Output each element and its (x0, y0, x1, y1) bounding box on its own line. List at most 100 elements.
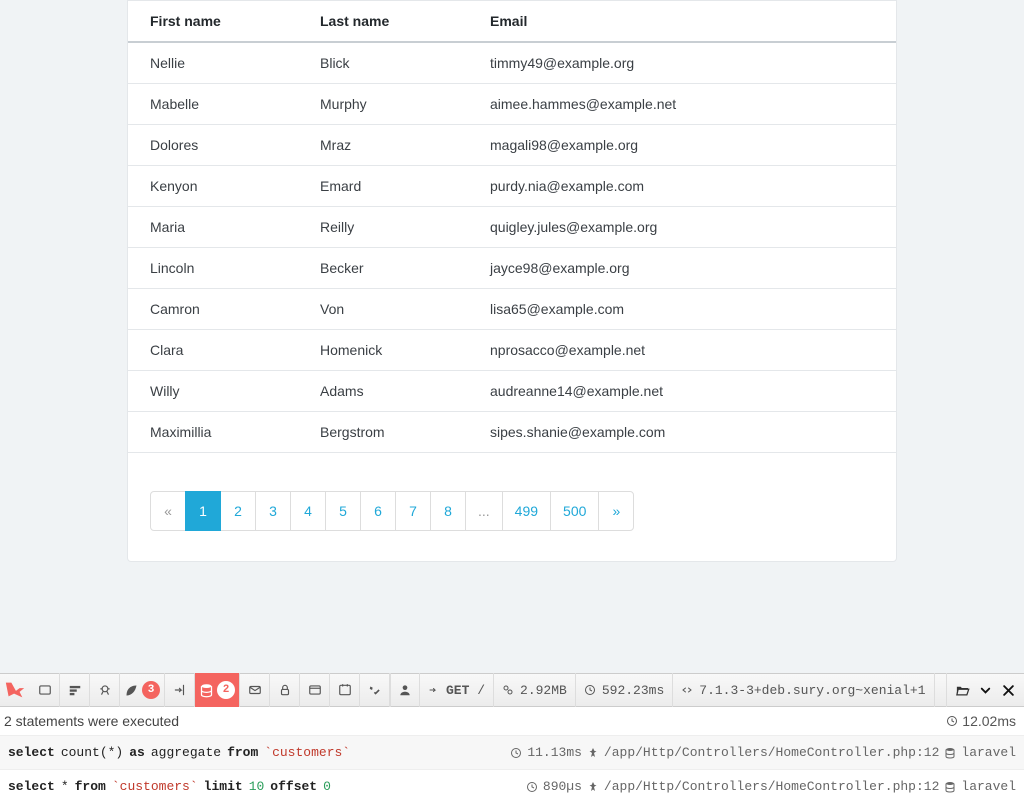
cell-email: audreanne14@example.net (468, 371, 896, 412)
clock-icon (526, 781, 538, 793)
col-first-name: First name (128, 1, 298, 42)
page-499[interactable]: 499 (502, 491, 551, 531)
tab-auth-icon[interactable] (270, 673, 300, 707)
cell-first: Mabelle (128, 84, 298, 125)
query-file: /app/Http/Controllers/HomeController.php… (604, 779, 939, 794)
tab-views[interactable]: 3 (120, 673, 165, 707)
request-method[interactable]: GET / (420, 673, 494, 707)
customers-card: First name Last name Email NellieBlickti… (127, 0, 897, 562)
cell-email: magali98@example.org (468, 125, 896, 166)
debugbar: 3 2 (0, 673, 1024, 803)
page-500[interactable]: 500 (550, 491, 599, 531)
statements-time: 12.02ms (962, 713, 1016, 729)
query-time: 890µs (543, 779, 582, 794)
php-version-value: 7.1.3-3+deb.sury.org~xenial+1 (699, 683, 925, 698)
cell-last: Murphy (298, 84, 468, 125)
cell-last: Adams (298, 371, 468, 412)
cell-email: quigley.jules@example.org (468, 207, 896, 248)
table-row: LincolnBeckerjayce98@example.org (128, 248, 896, 289)
query-db: laravel (961, 779, 1016, 794)
share-icon (428, 684, 440, 696)
memory-value: 2.92MB (520, 683, 567, 698)
tab-user-icon[interactable] (390, 673, 420, 707)
query-sql: select*from`customers`limit10offset0 (8, 779, 331, 794)
cell-first: Lincoln (128, 248, 298, 289)
cell-email: timmy49@example.org (468, 42, 896, 84)
cell-last: Reilly (298, 207, 468, 248)
database-icon (944, 747, 956, 759)
page-next[interactable]: » (598, 491, 634, 531)
pagination: « 12345678...499500» (128, 453, 896, 531)
query-row[interactable]: selectcount(*)asaggregatefrom`customers`… (0, 735, 1024, 769)
page-5[interactable]: 5 (325, 491, 361, 531)
clock-icon (946, 715, 958, 727)
cell-email: jayce98@example.org (468, 248, 896, 289)
cogs-icon (502, 684, 514, 696)
page-ellipsis: ... (465, 491, 503, 531)
laravel-logo-icon[interactable] (0, 673, 30, 707)
tab-exceptions-icon[interactable] (90, 673, 120, 707)
page-8[interactable]: 8 (430, 491, 466, 531)
views-badge: 3 (142, 681, 160, 699)
tab-gate-icon[interactable] (300, 673, 330, 707)
query-db: laravel (961, 745, 1016, 760)
page-3[interactable]: 3 (255, 491, 291, 531)
tab-timeline-icon[interactable] (60, 673, 90, 707)
database-icon (944, 781, 956, 793)
query-sql: selectcount(*)asaggregatefrom`customers` (8, 745, 350, 760)
page-1[interactable]: 1 (185, 491, 221, 531)
query-meta: 890µs/app/Http/Controllers/HomeControlle… (526, 779, 1016, 794)
tab-mails-icon[interactable] (240, 673, 270, 707)
cell-first: Kenyon (128, 166, 298, 207)
cell-last: Becker (298, 248, 468, 289)
pin-icon (587, 781, 599, 793)
query-row[interactable]: select*from`customers`limit10offset0 890µ… (0, 769, 1024, 803)
cell-last: Blick (298, 42, 468, 84)
page-2[interactable]: 2 (220, 491, 256, 531)
page-4[interactable]: 4 (290, 491, 326, 531)
cell-first: Maria (128, 207, 298, 248)
close-icon[interactable] (1001, 683, 1016, 698)
request-duration[interactable]: 592.23ms (576, 673, 673, 707)
tab-messages-icon[interactable] (30, 673, 60, 707)
tab-route-icon[interactable] (165, 673, 195, 707)
table-row: MabelleMurphyaimee.hammes@example.net (128, 84, 896, 125)
cell-email: purdy.nia@example.com (468, 166, 896, 207)
customers-table: First name Last name Email NellieBlickti… (128, 1, 896, 453)
tab-request-icon[interactable] (360, 673, 390, 707)
col-last-name: Last name (298, 1, 468, 42)
cell-email: nprosacco@example.net (468, 330, 896, 371)
table-row: KenyonEmardpurdy.nia@example.com (128, 166, 896, 207)
cell-last: Bergstrom (298, 412, 468, 453)
query-file: /app/Http/Controllers/HomeController.php… (604, 745, 939, 760)
cell-first: Willy (128, 371, 298, 412)
cell-last: Von (298, 289, 468, 330)
table-row: DoloresMrazmagali98@example.org (128, 125, 896, 166)
page-7[interactable]: 7 (395, 491, 431, 531)
tab-queries[interactable]: 2 (195, 673, 240, 707)
leaf-icon (124, 683, 139, 698)
collapse-icon[interactable] (978, 683, 993, 698)
query-time: 11.13ms (527, 745, 582, 760)
table-row: ClaraHomenicknprosacco@example.net (128, 330, 896, 371)
page-6[interactable]: 6 (360, 491, 396, 531)
cell-first: Clara (128, 330, 298, 371)
statements-count: 2 statements were executed (4, 713, 179, 729)
statements-summary: 2 statements were executed 12.02ms (0, 707, 1024, 735)
database-icon (199, 683, 214, 698)
cell-first: Dolores (128, 125, 298, 166)
page-prev[interactable]: « (150, 491, 186, 531)
tab-session-icon[interactable] (330, 673, 360, 707)
folder-open-icon[interactable] (955, 683, 970, 698)
php-version[interactable]: 7.1.3-3+deb.sury.org~xenial+1 (673, 673, 934, 707)
col-email: Email (468, 1, 896, 42)
cell-email: aimee.hammes@example.net (468, 84, 896, 125)
cell-first: Camron (128, 289, 298, 330)
memory-usage[interactable]: 2.92MB (494, 673, 576, 707)
cell-last: Emard (298, 166, 468, 207)
table-row: WillyAdamsaudreanne14@example.net (128, 371, 896, 412)
table-row: NellieBlicktimmy49@example.org (128, 42, 896, 84)
cell-last: Mraz (298, 125, 468, 166)
debugbar-controls (946, 673, 1024, 707)
cell-last: Homenick (298, 330, 468, 371)
